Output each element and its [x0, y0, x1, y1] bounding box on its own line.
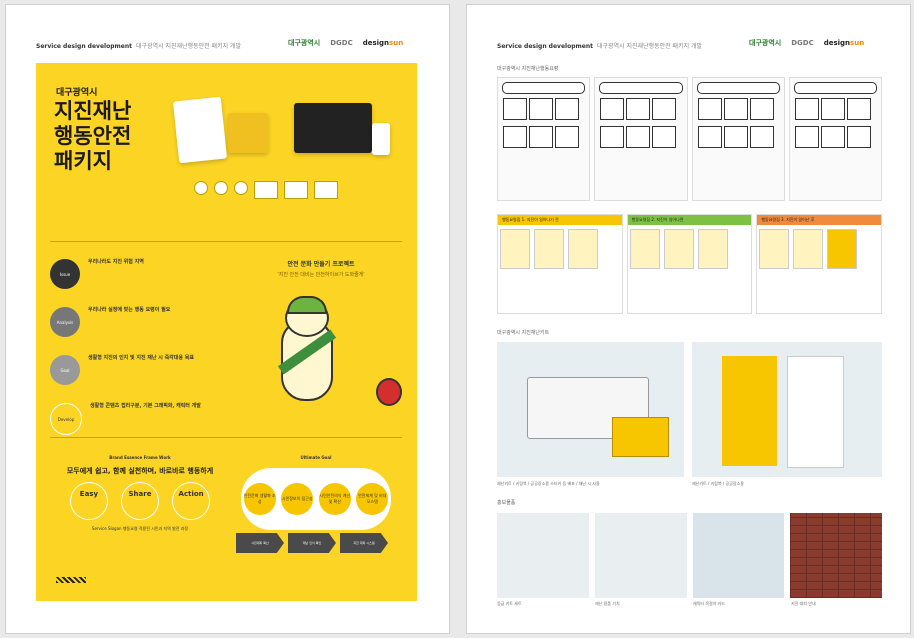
- process-steps: Issue 우리나라도 지진 위험 지역 Analysis 우리나라 실정에 맞는 …: [50, 259, 230, 451]
- merch-photos: [497, 513, 882, 598]
- ultimate-goal: Ultimate Goal 안전문화 생활화 조성 시민정보의 접근성 시민안전…: [236, 455, 396, 530]
- device-mockups: [172, 93, 406, 193]
- page-right: Service design development 대구광역시 지진재난행동안전…: [466, 4, 911, 634]
- logo-group: 대구광역시 DGDC designsun: [749, 39, 865, 47]
- product-photo: [790, 513, 882, 598]
- ring-share: Share: [121, 482, 159, 520]
- step-goal: Goal 생활형 지진의 인지 및 지진 재난 시 즉각대응 목표: [50, 355, 230, 391]
- poster-org: 대구광역시: [56, 88, 98, 98]
- section-label: 대구광역시 지진재난행동요령: [497, 66, 559, 72]
- badge-icon: [214, 181, 228, 195]
- section-label: 대구광역시 지진재난키트: [497, 330, 550, 336]
- poster-title: 지진재난 행동안전 패키지: [54, 99, 132, 173]
- divider: [50, 241, 402, 242]
- comic-spread: [497, 77, 882, 201]
- ring-easy: Easy: [69, 482, 108, 520]
- product-photo: [692, 513, 785, 598]
- product-photo: [594, 513, 687, 598]
- product-photo: [497, 513, 589, 598]
- guide-booklets: 행동요령집 1. 지진이 일어나기 전 행동요령집 2. 지진이 일어나면 행동…: [497, 214, 883, 314]
- badge-icon: [194, 181, 208, 195]
- caption: 재난키트 / 키링북 / 공공장소용 스티커 등 배포 / 재난 시 사용: [497, 481, 600, 486]
- page-header: Service design development 대구광역시 지진재난행동안전…: [36, 41, 241, 50]
- thumbnail: [254, 181, 278, 199]
- hazard-stripes: [56, 577, 86, 583]
- step-issue: Issue 우리나라도 지진 위험 지역: [50, 259, 230, 295]
- phone-mockup: [372, 123, 390, 155]
- tablet-mockup: [172, 96, 228, 164]
- goal-arrows: 시민대피 확산 재난 인식 확인 지진 대피 시스템: [236, 533, 388, 553]
- thumbnail: [314, 181, 338, 199]
- dgdc-logo: DGDC: [330, 39, 353, 47]
- page-header: Service design development 대구광역시 지진재난행동안전…: [497, 43, 703, 50]
- robot-character: [376, 378, 402, 406]
- book-mockup: [228, 113, 268, 153]
- divider: [50, 437, 402, 438]
- brand-framework: Brand Essence Frame Work 모두에게 쉽고, 함께 실천하…: [66, 455, 214, 531]
- campaign-heading: 안전 문화 만들기 프로젝트 '지진 안전 대비는 안전하이브가 도와줄게': [277, 261, 365, 278]
- laptop-mockup: [294, 103, 372, 153]
- badge-icon: [234, 181, 248, 195]
- header-title: Service design development: [36, 43, 132, 50]
- mascot-character: [261, 296, 341, 409]
- poster: 대구광역시 지진재난 행동안전 패키지 Issue 우리나라도 지진 위험 지역 …: [36, 63, 417, 601]
- thumbnail-row: [194, 181, 338, 199]
- section-label: 홍보물품: [497, 500, 516, 506]
- step-analysis: Analysis 우리나라 실정에 맞는 행동 요령이 필요: [50, 307, 230, 343]
- logo-group: 대구광역시 DGDC designsun: [288, 38, 403, 48]
- printer-photo: [497, 342, 684, 477]
- designsun-logo: designsun: [362, 39, 404, 47]
- ring-action: Action: [172, 482, 211, 520]
- step-develop: Develop 생활형 콘텐츠 접리구분, 기본 그래픽화, 캐릭터 개발: [50, 403, 230, 439]
- daegu-logo: 대구광역시: [288, 39, 321, 47]
- header-subtitle: 대구광역시 지진재난행동안전 패키지 개발: [135, 43, 242, 50]
- caption: 재난키트 / 키링북 / 공공장소용: [692, 481, 744, 486]
- page-left: Service design development 대구광역시 지진재난행동안전…: [5, 4, 450, 634]
- thumbnail: [284, 181, 308, 199]
- card-photo: [692, 342, 882, 477]
